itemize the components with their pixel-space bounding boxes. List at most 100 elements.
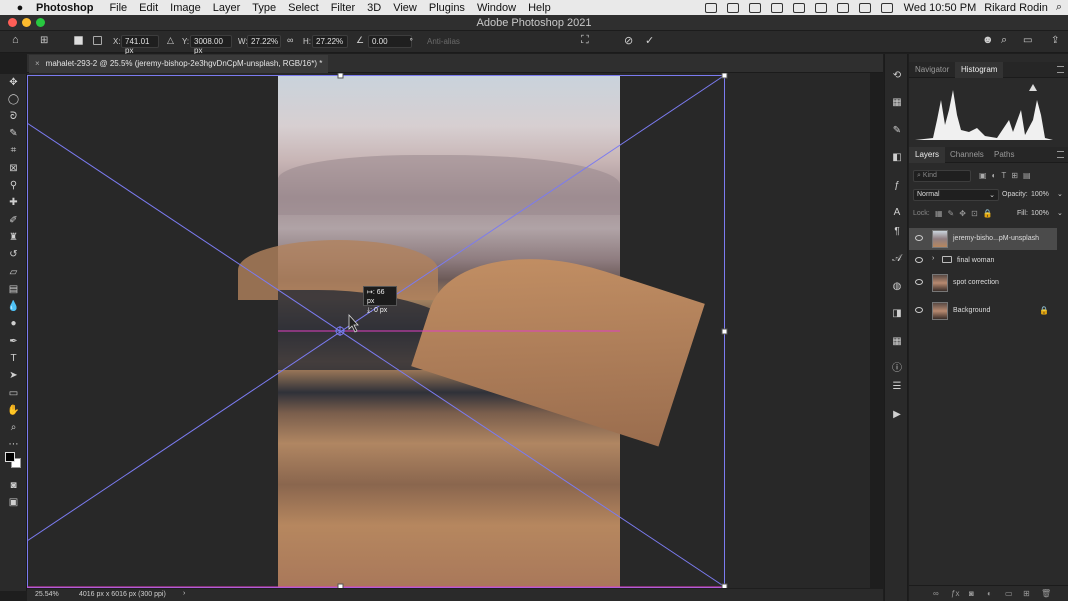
tab-histogram[interactable]: Histogram xyxy=(955,62,1004,78)
link-layers-icon[interactable]: ∞ xyxy=(933,589,939,598)
hand-tool-icon[interactable]: ✋ xyxy=(7,404,20,417)
dodge-tool-icon[interactable]: ● xyxy=(7,317,20,330)
transform-handle[interactable] xyxy=(721,328,728,335)
apple-icon[interactable]: ● xyxy=(12,2,28,14)
layer-kind-filter[interactable]: ⌕ Kind xyxy=(913,170,971,182)
foreground-color-swatch[interactable] xyxy=(5,452,15,462)
document-tab[interactable]: × mahalet-293-2 @ 25.5% (jeremy-bishop-2e… xyxy=(29,55,329,73)
settings-panel-icon[interactable]: ☰ xyxy=(891,381,903,393)
menu-filter[interactable]: Filter xyxy=(331,2,355,14)
menu-help[interactable]: Help xyxy=(528,2,551,14)
swatches-panel-icon[interactable]: ▦ xyxy=(891,97,903,109)
status-icon[interactable] xyxy=(770,2,783,13)
histogram-warning-icon[interactable] xyxy=(1029,84,1037,91)
reference-point-toggle-icon[interactable]: ⊞ xyxy=(40,35,48,46)
menubar-clock[interactable]: Wed 10:50 PM xyxy=(904,2,977,14)
tables-panel-icon[interactable]: ▦ xyxy=(891,336,903,348)
character-panel-icon[interactable]: A xyxy=(891,207,903,219)
eyedropper-tool-icon[interactable]: ⚲ xyxy=(7,179,20,192)
document-canvas[interactable]: ↦: 66 px ⤓: 0 px xyxy=(27,73,870,588)
more-tools-icon[interactable]: ⋯ xyxy=(7,438,20,451)
panel-menu-icon[interactable] xyxy=(1057,151,1064,158)
fill-value[interactable]: 100% xyxy=(1031,210,1049,217)
tab-channels[interactable]: Channels xyxy=(944,147,990,163)
actions-play-icon[interactable]: ▶ xyxy=(891,409,903,421)
menu-3d[interactable]: 3D xyxy=(367,2,381,14)
lasso-tool-icon[interactable]: ᘐ xyxy=(7,110,20,123)
transform-handle[interactable] xyxy=(337,583,344,588)
layer-row[interactable]: spot correction xyxy=(909,272,1057,294)
zoom-tool-icon[interactable]: ⌕ xyxy=(7,421,20,434)
bluetooth-icon[interactable] xyxy=(836,2,849,13)
layer-row[interactable]: jeremy-bisho...pM-unsplash xyxy=(909,228,1057,250)
wifi-icon[interactable] xyxy=(880,2,893,13)
path-selection-tool-icon[interactable]: ➤ xyxy=(7,369,20,382)
menu-type[interactable]: Type xyxy=(252,2,276,14)
close-document-icon[interactable]: × xyxy=(35,59,40,68)
eye-icon[interactable] xyxy=(915,307,923,313)
expand-chevron-icon[interactable]: › xyxy=(932,255,934,262)
adjustment-layer-icon[interactable]: ◐ xyxy=(987,589,992,598)
status-icon[interactable] xyxy=(814,2,827,13)
layer-style-icon[interactable]: ƒx xyxy=(951,589,959,598)
height-field[interactable]: 27.22% xyxy=(312,35,348,48)
width-field[interactable]: 27.22% xyxy=(247,35,281,48)
home-icon[interactable]: ⌂ xyxy=(12,34,19,46)
cancel-transform-icon[interactable]: ⊘ xyxy=(624,34,633,47)
commit-transform-icon[interactable]: ✓ xyxy=(645,34,654,47)
warp-mode-icon[interactable]: ⛶ xyxy=(581,34,589,47)
user-share-icon[interactable]: ☻ xyxy=(982,34,994,46)
paragraph-panel-icon[interactable]: ¶ xyxy=(891,226,903,238)
menubar-user[interactable]: Rikard Rodin xyxy=(984,2,1048,14)
transform-handle[interactable] xyxy=(721,583,728,588)
lock-icon[interactable]: 🔒 xyxy=(1039,306,1049,315)
blur-tool-icon[interactable]: 💧 xyxy=(7,300,20,313)
battery-icon[interactable] xyxy=(858,2,871,13)
link-icon[interactable]: ∞ xyxy=(287,35,293,45)
new-layer-icon[interactable]: ⊞ xyxy=(1023,589,1030,598)
layer-group-row[interactable]: › final woman xyxy=(909,250,1057,272)
tab-layers[interactable]: Layers xyxy=(909,147,946,163)
menu-plugins[interactable]: Plugins xyxy=(429,2,465,14)
menu-file[interactable]: File xyxy=(109,2,127,14)
eye-icon[interactable] xyxy=(915,279,923,285)
tab-paths[interactable]: Paths xyxy=(988,147,1020,163)
type-tool-icon[interactable]: T xyxy=(7,352,20,365)
marquee-tool-icon[interactable]: ◯ xyxy=(7,93,20,106)
opacity-value[interactable]: 100% xyxy=(1031,191,1049,198)
workspace-icon[interactable]: ▭ xyxy=(1023,35,1032,46)
fill-chevron-icon[interactable]: ⌄ xyxy=(1057,209,1063,217)
status-icon[interactable] xyxy=(726,2,739,13)
panel-menu-icon[interactable] xyxy=(1057,66,1064,73)
status-icon[interactable] xyxy=(748,2,761,13)
status-icon[interactable] xyxy=(704,2,717,13)
history-brush-tool-icon[interactable]: ↺ xyxy=(7,248,20,261)
screen-mode-icon[interactable]: ▣ xyxy=(7,496,20,509)
brush-tool-icon[interactable]: ✐ xyxy=(7,214,20,227)
frame-tool-icon[interactable]: ⊠ xyxy=(7,162,20,175)
menu-view[interactable]: View xyxy=(393,2,417,14)
adjustments-panel-icon[interactable]: ◨ xyxy=(891,308,903,320)
brushes-panel-icon[interactable]: ✎ xyxy=(891,125,903,137)
y-position-field[interactable]: 3008.00 px xyxy=(190,35,232,55)
quick-selection-tool-icon[interactable]: ✎ xyxy=(7,127,20,140)
menu-image[interactable]: Image xyxy=(170,2,201,14)
menu-layer[interactable]: Layer xyxy=(213,2,241,14)
info-panel-icon[interactable]: ⓘ xyxy=(891,363,903,375)
anti-alias-checkbox-label[interactable]: Anti-alias xyxy=(427,37,460,46)
healing-brush-tool-icon[interactable]: ✚ xyxy=(7,196,20,209)
glyphs-panel-icon[interactable]: 𝒜 xyxy=(891,253,903,265)
transform-handle[interactable] xyxy=(721,73,728,79)
properties-panel-icon[interactable]: ƒ xyxy=(891,180,903,192)
status-menu-chevron-icon[interactable]: › xyxy=(183,590,185,597)
history-panel-icon[interactable]: ⟲ xyxy=(891,70,903,82)
share-icon[interactable]: ⇪ xyxy=(1051,35,1059,46)
eraser-tool-icon[interactable]: ▱ xyxy=(7,266,20,279)
zoom-level[interactable]: 25.54% xyxy=(35,591,59,598)
search-icon[interactable]: ⌕ xyxy=(1001,34,1007,47)
eye-icon[interactable] xyxy=(915,257,923,263)
layer-row[interactable]: Background 🔒 xyxy=(909,300,1057,322)
libraries-panel-icon[interactable]: ◧ xyxy=(891,152,903,164)
lock-icons[interactable]: ▦✎✥⊡🔒 xyxy=(935,209,998,218)
reference-point-locator-icon[interactable] xyxy=(93,36,102,45)
